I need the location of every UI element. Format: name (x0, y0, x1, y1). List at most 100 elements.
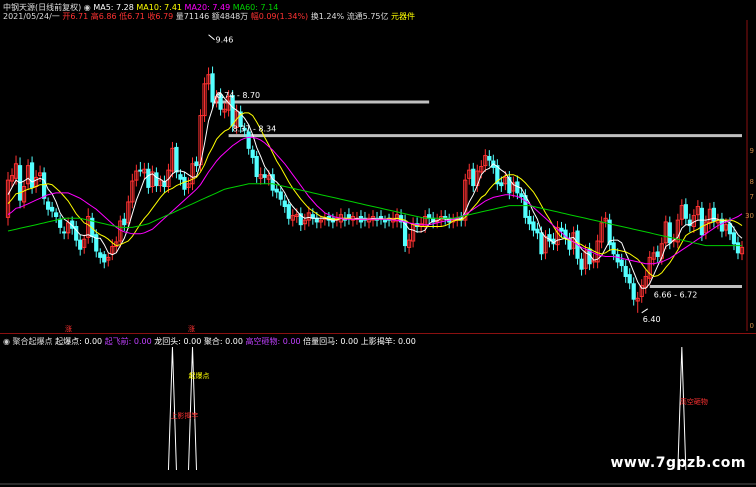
candle-down (246, 131, 251, 149)
right-scale-tick: 0 (749, 322, 754, 330)
candle-down (50, 206, 55, 212)
candle-down (314, 217, 319, 223)
candle-down (623, 265, 628, 277)
candle-down (146, 168, 151, 188)
candle-down (94, 234, 99, 252)
candle-down (274, 188, 279, 193)
trough-label: 6.40 (643, 315, 661, 324)
candle-down (699, 207, 704, 236)
header-row-2: 2021/05/24/一 开6.71 高6.86 低6.71 收6.79 量71… (3, 11, 415, 22)
candle-down (535, 228, 540, 234)
ma60-line (7, 183, 742, 247)
candle-down (346, 214, 352, 219)
candle-down (631, 283, 636, 300)
separator-marker: 涨 (65, 324, 72, 333)
ma10-line (7, 112, 743, 278)
level-label: 6.66 - 6.72 (654, 290, 698, 299)
indicator-pulse (188, 346, 198, 471)
right-scale-tick: 9 (749, 147, 754, 155)
open-label: 开6.71 (62, 12, 89, 21)
candle-down (735, 242, 741, 254)
candle-down (499, 182, 504, 187)
candle-down (655, 251, 660, 257)
candlestick-chart: 8.74 - 8.70 8.37 - 8.34 6.66 - 6.72 9.46 6.4… (0, 20, 756, 485)
candle-down (210, 73, 215, 103)
candle-down (527, 215, 532, 225)
candle-down (731, 232, 737, 245)
candle-down (615, 254, 620, 263)
candle-down (278, 191, 283, 200)
indicator-gaokong: 高空砸物: 0.00 (245, 337, 301, 346)
candle-down (667, 222, 672, 244)
candle-down (519, 193, 524, 197)
candle-down (611, 242, 616, 255)
low-label: 低6.71 (119, 12, 145, 21)
candle-down (58, 218, 63, 228)
right-scale-tick: 8 (749, 178, 754, 186)
change-label: 幅0.09(1.34%) (250, 12, 309, 21)
candle-down (282, 200, 287, 207)
right-scale-tick: 30 (745, 212, 754, 220)
candle-down (619, 259, 624, 267)
candle-down (78, 239, 83, 250)
candle-down (727, 223, 733, 235)
indicator-qibao: 起爆点: 0.00 (55, 337, 103, 346)
ma5-line (7, 92, 743, 289)
right-scale-tick: 7 (749, 193, 754, 201)
chart-window: { "header": { "stock_title": "中钢天源(日线前复权… (0, 0, 756, 487)
amount-label: 额4848万 (211, 12, 249, 21)
peak-label: 9.46 (216, 36, 234, 45)
indicator-beiliang: 倍量回马: 0.00 (303, 337, 359, 346)
candle-down (178, 174, 183, 180)
candle-down (286, 204, 291, 219)
float-cap-label: 流通5.75亿 (346, 12, 389, 21)
candle-down (627, 274, 632, 284)
indicator-signal-label: 高空砸物 (680, 397, 708, 406)
candle-down (62, 231, 67, 234)
candle-down (471, 168, 476, 187)
separator-marker: 涨 (188, 324, 195, 333)
candle-down (46, 201, 51, 210)
candle-down (41, 172, 47, 199)
candle-down (531, 221, 536, 231)
candle-down (102, 254, 107, 263)
indicator-juhe: 聚合: 0.00 (203, 337, 243, 346)
candle-down (487, 156, 492, 161)
candle-down (254, 156, 259, 178)
candle-down (122, 218, 127, 226)
candle-down (559, 227, 564, 232)
gear-icon[interactable]: ◉ (3, 337, 10, 346)
indicator-longhuitou: 龙回头: 0.00 (154, 337, 202, 346)
candle-down (250, 149, 255, 158)
candle-down (427, 214, 432, 219)
indicator-header: ◉ 聚合起爆点 起爆点: 0.00 起飞前: 0.00 龙回头: 0.00 聚合… (3, 336, 416, 347)
turnover-label: 换1.24% (310, 12, 345, 21)
candle-down (182, 176, 187, 190)
date-label: 2021/05/24/一 (3, 12, 60, 21)
candle-down (382, 219, 388, 223)
indicator-pulse (677, 346, 687, 471)
peak-pointer (208, 34, 215, 41)
candle-down (138, 169, 143, 172)
candle-down (174, 146, 179, 173)
level-label: 8.74 - 8.70 (217, 91, 261, 100)
indicator-shangying: 上影揭竿: 0.00 (360, 337, 416, 346)
indicator-signal-label: 起爆点 (189, 371, 210, 380)
indicator-name: 聚合起爆点 (12, 337, 53, 346)
volume-label: 量71146 (175, 12, 210, 21)
candle-down (523, 195, 528, 218)
candle-down (162, 181, 167, 187)
candle-down (262, 174, 267, 178)
indicator-pulse (167, 346, 177, 471)
indicator-signal-label: 上影揭竿 (170, 411, 198, 420)
panel-separator (0, 333, 756, 334)
candle-down (29, 162, 35, 188)
watermark: www.7gpzb.com (610, 455, 746, 471)
candle-down (711, 207, 717, 222)
candle-down (154, 172, 159, 187)
close-label: 收6.79 (147, 12, 174, 21)
candle-down (683, 204, 688, 219)
high-label: 高6.86 (90, 12, 117, 21)
candle-down (579, 258, 584, 270)
sector-label: 元器件 (391, 12, 416, 21)
